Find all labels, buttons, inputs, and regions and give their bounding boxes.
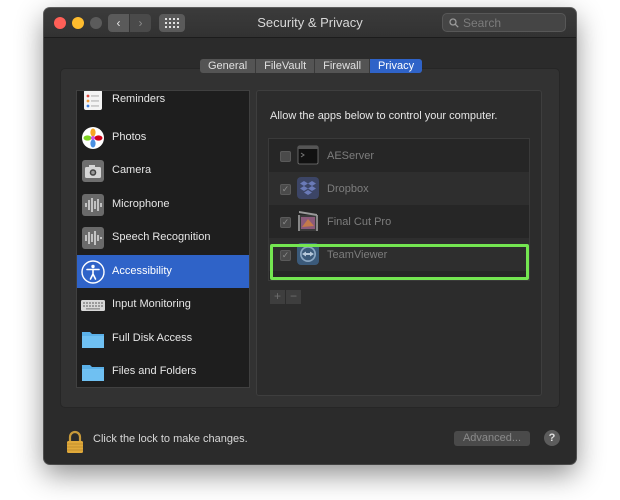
app-name: TeamViewer [327, 249, 388, 261]
folder-icon [82, 332, 104, 348]
sidebar-item-label: Speech Recognition [112, 231, 211, 243]
back-button[interactable]: ‹ [108, 14, 129, 32]
app-checkbox[interactable] [280, 151, 291, 162]
app-row-teamviewer[interactable]: ✓ TeamViewer [269, 238, 529, 271]
sidebar-item-label: Input Monitoring [112, 298, 191, 310]
window-title: Security & Privacy [257, 15, 363, 30]
tab-privacy[interactable]: Privacy [370, 59, 423, 73]
advanced-button[interactable]: Advanced... [454, 431, 530, 446]
sidebar-item-photos[interactable]: Photos [77, 121, 249, 154]
show-all-button[interactable] [159, 14, 185, 32]
sidebar-item-label: Camera [112, 164, 152, 176]
final-cut-pro-icon [298, 211, 318, 231]
system-preferences-window: ‹ › Security & Privacy General FileVault… [44, 8, 576, 464]
app-row-dropbox[interactable]: ✓ Dropbox [269, 172, 529, 205]
grid-icon [165, 18, 179, 28]
app-checkbox[interactable]: ✓ [280, 217, 291, 228]
speech-recognition-icon [82, 227, 104, 249]
minimize-button[interactable] [72, 17, 84, 29]
sidebar-item-label: Full Disk Access [112, 332, 193, 344]
reminders-icon [84, 91, 102, 110]
chevron-right-icon: › [138, 16, 143, 30]
camera-icon [82, 160, 104, 182]
lock-icon[interactable] [66, 430, 84, 454]
zoom-button[interactable] [90, 17, 102, 29]
sidebar-item-reminders[interactable]: Reminders [77, 91, 249, 116]
sidebar-item-accessibility[interactable]: Accessibility [77, 255, 249, 288]
remove-app-button[interactable]: − [286, 290, 302, 304]
sidebar-item-full-disk-access[interactable]: Full Disk Access [77, 322, 249, 355]
search-field[interactable] [442, 13, 566, 32]
terminal-icon [297, 145, 319, 165]
app-checkbox[interactable]: ✓ [280, 250, 291, 261]
sidebar-item-camera[interactable]: Camera [77, 154, 249, 187]
sidebar-item-label: Photos [112, 131, 147, 143]
keyboard-icon [81, 300, 105, 311]
sidebar-item-label: Microphone [112, 198, 170, 210]
app-name: Dropbox [327, 183, 369, 195]
sidebar-item-label: Accessibility [112, 265, 172, 277]
privacy-category-list[interactable]: Reminders Photos Camera Microphone Speec… [76, 90, 250, 388]
app-checkbox[interactable]: ✓ [280, 184, 291, 195]
chevron-left-icon: ‹ [116, 16, 121, 30]
search-icon [449, 18, 459, 28]
app-row-aeserver[interactable]: AEServer [269, 139, 529, 172]
folder-icon [82, 365, 104, 381]
sidebar-item-files-and-folders[interactable]: Files and Folders [77, 355, 249, 387]
tab-firewall[interactable]: Firewall [315, 59, 371, 73]
accessibility-icon [81, 260, 105, 284]
app-list[interactable]: AEServer ✓ Dropbox ✓ Final Cut Pro ✓ Tea… [268, 138, 530, 281]
tab-bar: General FileVault Firewall Privacy [200, 59, 423, 73]
sidebar-item-input-monitoring[interactable]: Input Monitoring [77, 288, 249, 321]
sidebar-item-speech-recognition[interactable]: Speech Recognition [77, 221, 249, 254]
app-name: AEServer [327, 150, 375, 162]
app-row-final-cut-pro[interactable]: ✓ Final Cut Pro [269, 205, 529, 238]
forward-button[interactable]: › [130, 14, 151, 32]
sidebar-item-label: Files and Folders [112, 365, 197, 377]
search-input[interactable] [463, 15, 561, 30]
sidebar-item-microphone[interactable]: Microphone [77, 188, 249, 221]
tab-filevault[interactable]: FileVault [256, 59, 316, 73]
pane-description: Allow the apps below to control your com… [270, 110, 498, 122]
microphone-icon [82, 194, 104, 216]
help-button[interactable]: ? [544, 430, 560, 446]
add-app-button[interactable]: + [270, 290, 286, 304]
lock-message[interactable]: Click the lock to make changes. [93, 433, 248, 445]
add-remove-control: + − [270, 290, 302, 304]
title-bar: ‹ › Security & Privacy [44, 8, 576, 38]
teamviewer-icon [297, 243, 319, 265]
close-button[interactable] [54, 17, 66, 29]
tab-general[interactable]: General [200, 59, 257, 73]
photos-icon [82, 127, 104, 149]
sidebar-item-label: Reminders [112, 93, 166, 105]
app-name: Final Cut Pro [327, 216, 392, 228]
dropbox-icon [297, 177, 319, 199]
